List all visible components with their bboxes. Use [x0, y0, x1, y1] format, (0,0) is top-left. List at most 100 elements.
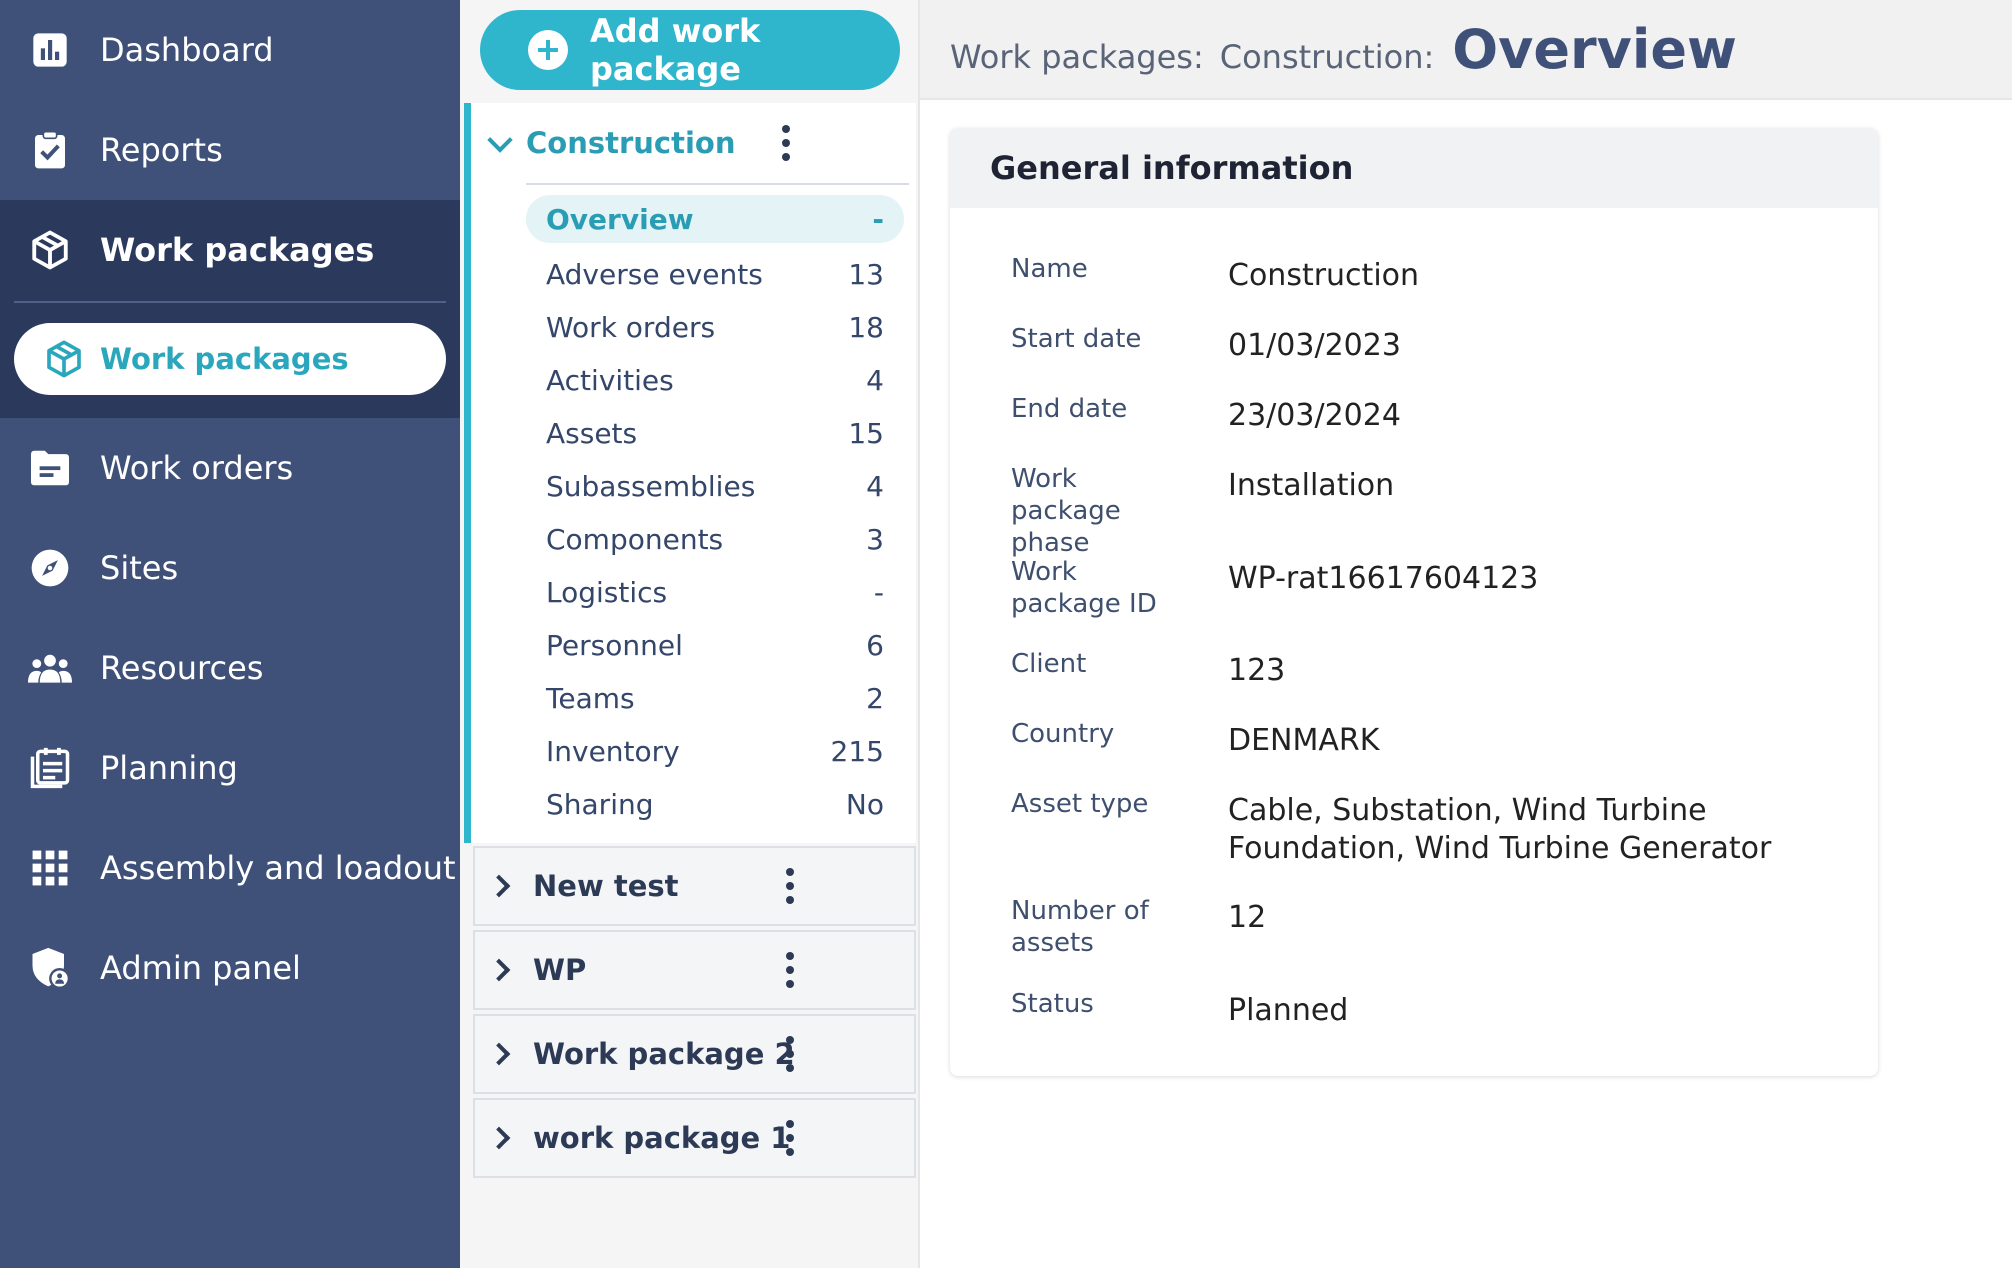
sidebar-item-label: Work orders — [100, 449, 294, 487]
chevron-right-icon — [487, 958, 511, 982]
subnav-item-sharing[interactable]: Sharing No — [526, 778, 904, 831]
work-package-title: Work package 2 — [533, 1037, 795, 1071]
more-options-icon[interactable] — [775, 1116, 805, 1160]
package-icon — [42, 337, 86, 381]
work-package-header[interactable]: Construction — [471, 103, 916, 183]
more-options-icon[interactable] — [775, 1032, 805, 1076]
card-title: General information — [990, 149, 1354, 187]
sidebar-item-label: Sites — [100, 549, 179, 587]
work-package-title: New test — [533, 869, 679, 903]
subnav-item-count: 18 — [848, 311, 884, 344]
package-icon — [28, 228, 72, 272]
subnav-item-work-orders[interactable]: Work orders 18 — [526, 301, 904, 354]
work-package-title: work package 1 — [533, 1121, 791, 1155]
subnav-item-assets[interactable]: Assets 15 — [526, 407, 904, 460]
info-label: Number of assets — [1011, 896, 1149, 958]
more-options-icon[interactable] — [771, 121, 801, 165]
add-work-package-label: Add work package — [590, 12, 761, 88]
subnav-item-activities[interactable]: Activities 4 — [526, 354, 904, 407]
subnav-item-components[interactable]: Components 3 — [526, 513, 904, 566]
sidebar-item-dashboard[interactable]: Dashboard — [0, 0, 460, 100]
sidebar-item-assembly-loadout[interactable]: Assembly and loadout — [0, 818, 460, 918]
subnav-item-label: Teams — [546, 682, 635, 715]
info-label: End date — [1011, 394, 1128, 424]
sidebar-item-resources[interactable]: Resources — [0, 618, 460, 718]
subnav-item-logistics[interactable]: Logistics - — [526, 566, 904, 619]
people-icon — [28, 646, 72, 690]
subnav-item-count: - — [873, 576, 884, 609]
info-value: Construction — [1228, 258, 1420, 293]
sidebar-item-label: Reports — [100, 131, 223, 169]
sidebar-item-planning[interactable]: Planning — [0, 718, 460, 818]
work-package-title: WP — [533, 953, 587, 987]
breadcrumb-work-packages[interactable]: Work packages: — [950, 38, 1204, 76]
work-package-collapsed[interactable]: Work package 2 — [473, 1014, 916, 1094]
sidebar-item-sites[interactable]: Sites — [0, 518, 460, 618]
sidebar-item-label: Work packages — [100, 231, 375, 269]
work-package-collapsed[interactable]: work package 1 — [473, 1098, 916, 1178]
info-label: Client — [1011, 649, 1087, 679]
info-label: Asset type — [1011, 789, 1149, 819]
subnav-item-adverse-events[interactable]: Adverse events 13 — [526, 248, 904, 301]
subnav-item-count: 13 — [848, 258, 884, 291]
more-options-icon[interactable] — [775, 948, 805, 992]
sidebar-item-reports[interactable]: Reports — [0, 100, 460, 200]
grid-icon — [28, 846, 72, 890]
sidebar-item-label: Planning — [100, 749, 238, 787]
subnav-item-personnel[interactable]: Personnel 6 — [526, 619, 904, 672]
work-package-collapsed[interactable]: New test — [473, 846, 916, 926]
info-value: DENMARK — [1228, 723, 1380, 758]
subnav-item-count: 3 — [866, 523, 884, 556]
more-options-icon[interactable] — [775, 864, 805, 908]
divider — [526, 183, 909, 185]
work-package-collapsed[interactable]: WP — [473, 930, 916, 1010]
subnav-item-count: 4 — [866, 364, 884, 397]
subnav-item-label: Overview — [546, 202, 694, 236]
shield-user-icon — [28, 946, 72, 990]
subnav-item-count: 15 — [848, 417, 884, 450]
info-label: Work package phase — [1011, 464, 1121, 558]
sidebar-item-label: Admin panel — [100, 949, 301, 987]
subnav-item-subassemblies[interactable]: Subassemblies 4 — [526, 460, 904, 513]
subnav-item-label: Adverse events — [546, 258, 763, 291]
compass-icon — [28, 546, 72, 590]
work-package-title: Construction — [526, 126, 736, 160]
subnav-item-inventory[interactable]: Inventory 215 — [526, 725, 904, 778]
folder-icon — [28, 446, 72, 490]
sidebar-divider — [14, 301, 446, 303]
info-label: Name — [1011, 254, 1088, 284]
subnav-item-label: Logistics — [546, 576, 668, 609]
info-label: Status — [1011, 989, 1094, 1019]
subnav-item-label: Assets — [546, 417, 638, 450]
chevron-right-icon — [487, 874, 511, 898]
subnav-item-count: 215 — [830, 735, 884, 768]
subnav-item-label: Components — [546, 523, 724, 556]
info-value: 23/03/2024 — [1228, 398, 1401, 433]
subnav-item-overview[interactable]: Overview - — [526, 195, 904, 243]
plus-circle-icon — [528, 30, 568, 70]
info-value: Planned — [1228, 993, 1349, 1028]
sidebar-item-work-orders[interactable]: Work orders — [0, 418, 460, 518]
general-information-card: General information Name Construction St… — [950, 128, 1878, 1076]
sidebar-item-work-packages[interactable]: Work packages — [0, 200, 460, 300]
subnav-item-label: Sharing — [546, 788, 654, 821]
subnav-item-count: No — [845, 788, 884, 821]
work-package-expanded: Construction Overview - Adverse events 1… — [464, 103, 916, 843]
subnav-item-label: Work orders — [546, 311, 716, 344]
add-work-package-button[interactable]: Add work package — [480, 10, 900, 90]
info-value: Cable, Substation, Wind Turbine Foundati… — [1228, 793, 1772, 866]
work-package-panel: Add work package Construction Overview -… — [460, 0, 920, 1268]
page-title: Overview — [1452, 18, 1737, 81]
subnav-item-label: Activities — [546, 364, 674, 397]
info-label: Work package ID — [1011, 557, 1157, 619]
breadcrumb: Work packages: Construction: Overview — [920, 0, 2012, 100]
main-sidebar: Dashboard Reports Work packages Work pac… — [0, 0, 460, 1268]
card-header: General information — [950, 128, 1878, 208]
sidebar-subitem-work-packages[interactable]: Work packages — [14, 323, 446, 395]
clipboard-check-icon — [28, 128, 72, 172]
info-value: 123 — [1228, 653, 1286, 688]
breadcrumb-construction[interactable]: Construction: — [1220, 38, 1435, 76]
sidebar-subitem-label: Work packages — [100, 342, 349, 376]
subnav-item-teams[interactable]: Teams 2 — [526, 672, 904, 725]
sidebar-item-admin-panel[interactable]: Admin panel — [0, 918, 460, 1018]
